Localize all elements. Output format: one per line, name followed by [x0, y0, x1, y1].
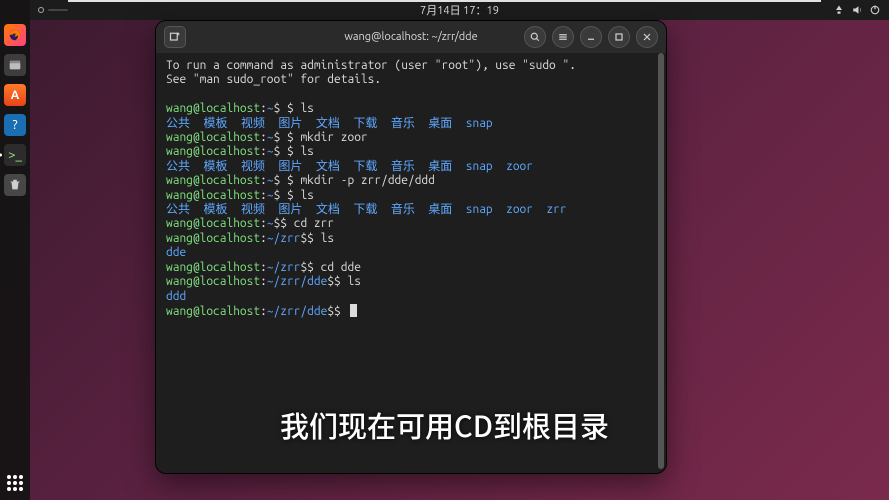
- network-icon[interactable]: [833, 4, 845, 16]
- dock-help[interactable]: ?: [4, 114, 26, 136]
- power-icon[interactable]: [869, 4, 881, 16]
- panel-underline: [68, 0, 821, 2]
- close-button[interactable]: [636, 26, 658, 48]
- menu-button[interactable]: [552, 26, 574, 48]
- top-panel: 7月14日 17：19: [30, 0, 889, 20]
- clock[interactable]: 7月14日 17：19: [420, 2, 499, 18]
- dock-trash[interactable]: [4, 174, 26, 196]
- maximize-button[interactable]: [608, 26, 630, 48]
- volume-icon[interactable]: [851, 4, 863, 16]
- scrollbar-thumb[interactable]: [658, 53, 664, 469]
- terminal-titlebar[interactable]: wang@localhost: ~/zrr/dde: [156, 21, 666, 53]
- dock-software[interactable]: A: [4, 84, 26, 106]
- dock-files[interactable]: [4, 54, 26, 76]
- workspace-indicator: [38, 7, 44, 13]
- terminal-scrollbar[interactable]: [658, 53, 664, 469]
- minimize-button[interactable]: [580, 26, 602, 48]
- dock: A ? >_: [0, 0, 30, 500]
- video-subtitle: 我们现在可用CD到根目录: [280, 404, 609, 446]
- terminal-title: wang@localhost: ~/zrr/dde: [344, 31, 477, 43]
- dock-show-applications[interactable]: [4, 472, 26, 494]
- dock-firefox[interactable]: [4, 24, 26, 46]
- new-tab-button[interactable]: [164, 26, 186, 48]
- search-button[interactable]: [524, 26, 546, 48]
- system-tray[interactable]: [833, 4, 881, 16]
- activities-area[interactable]: [38, 7, 68, 13]
- workspace-indicator: [48, 9, 68, 11]
- dock-terminal[interactable]: >_: [4, 144, 26, 166]
